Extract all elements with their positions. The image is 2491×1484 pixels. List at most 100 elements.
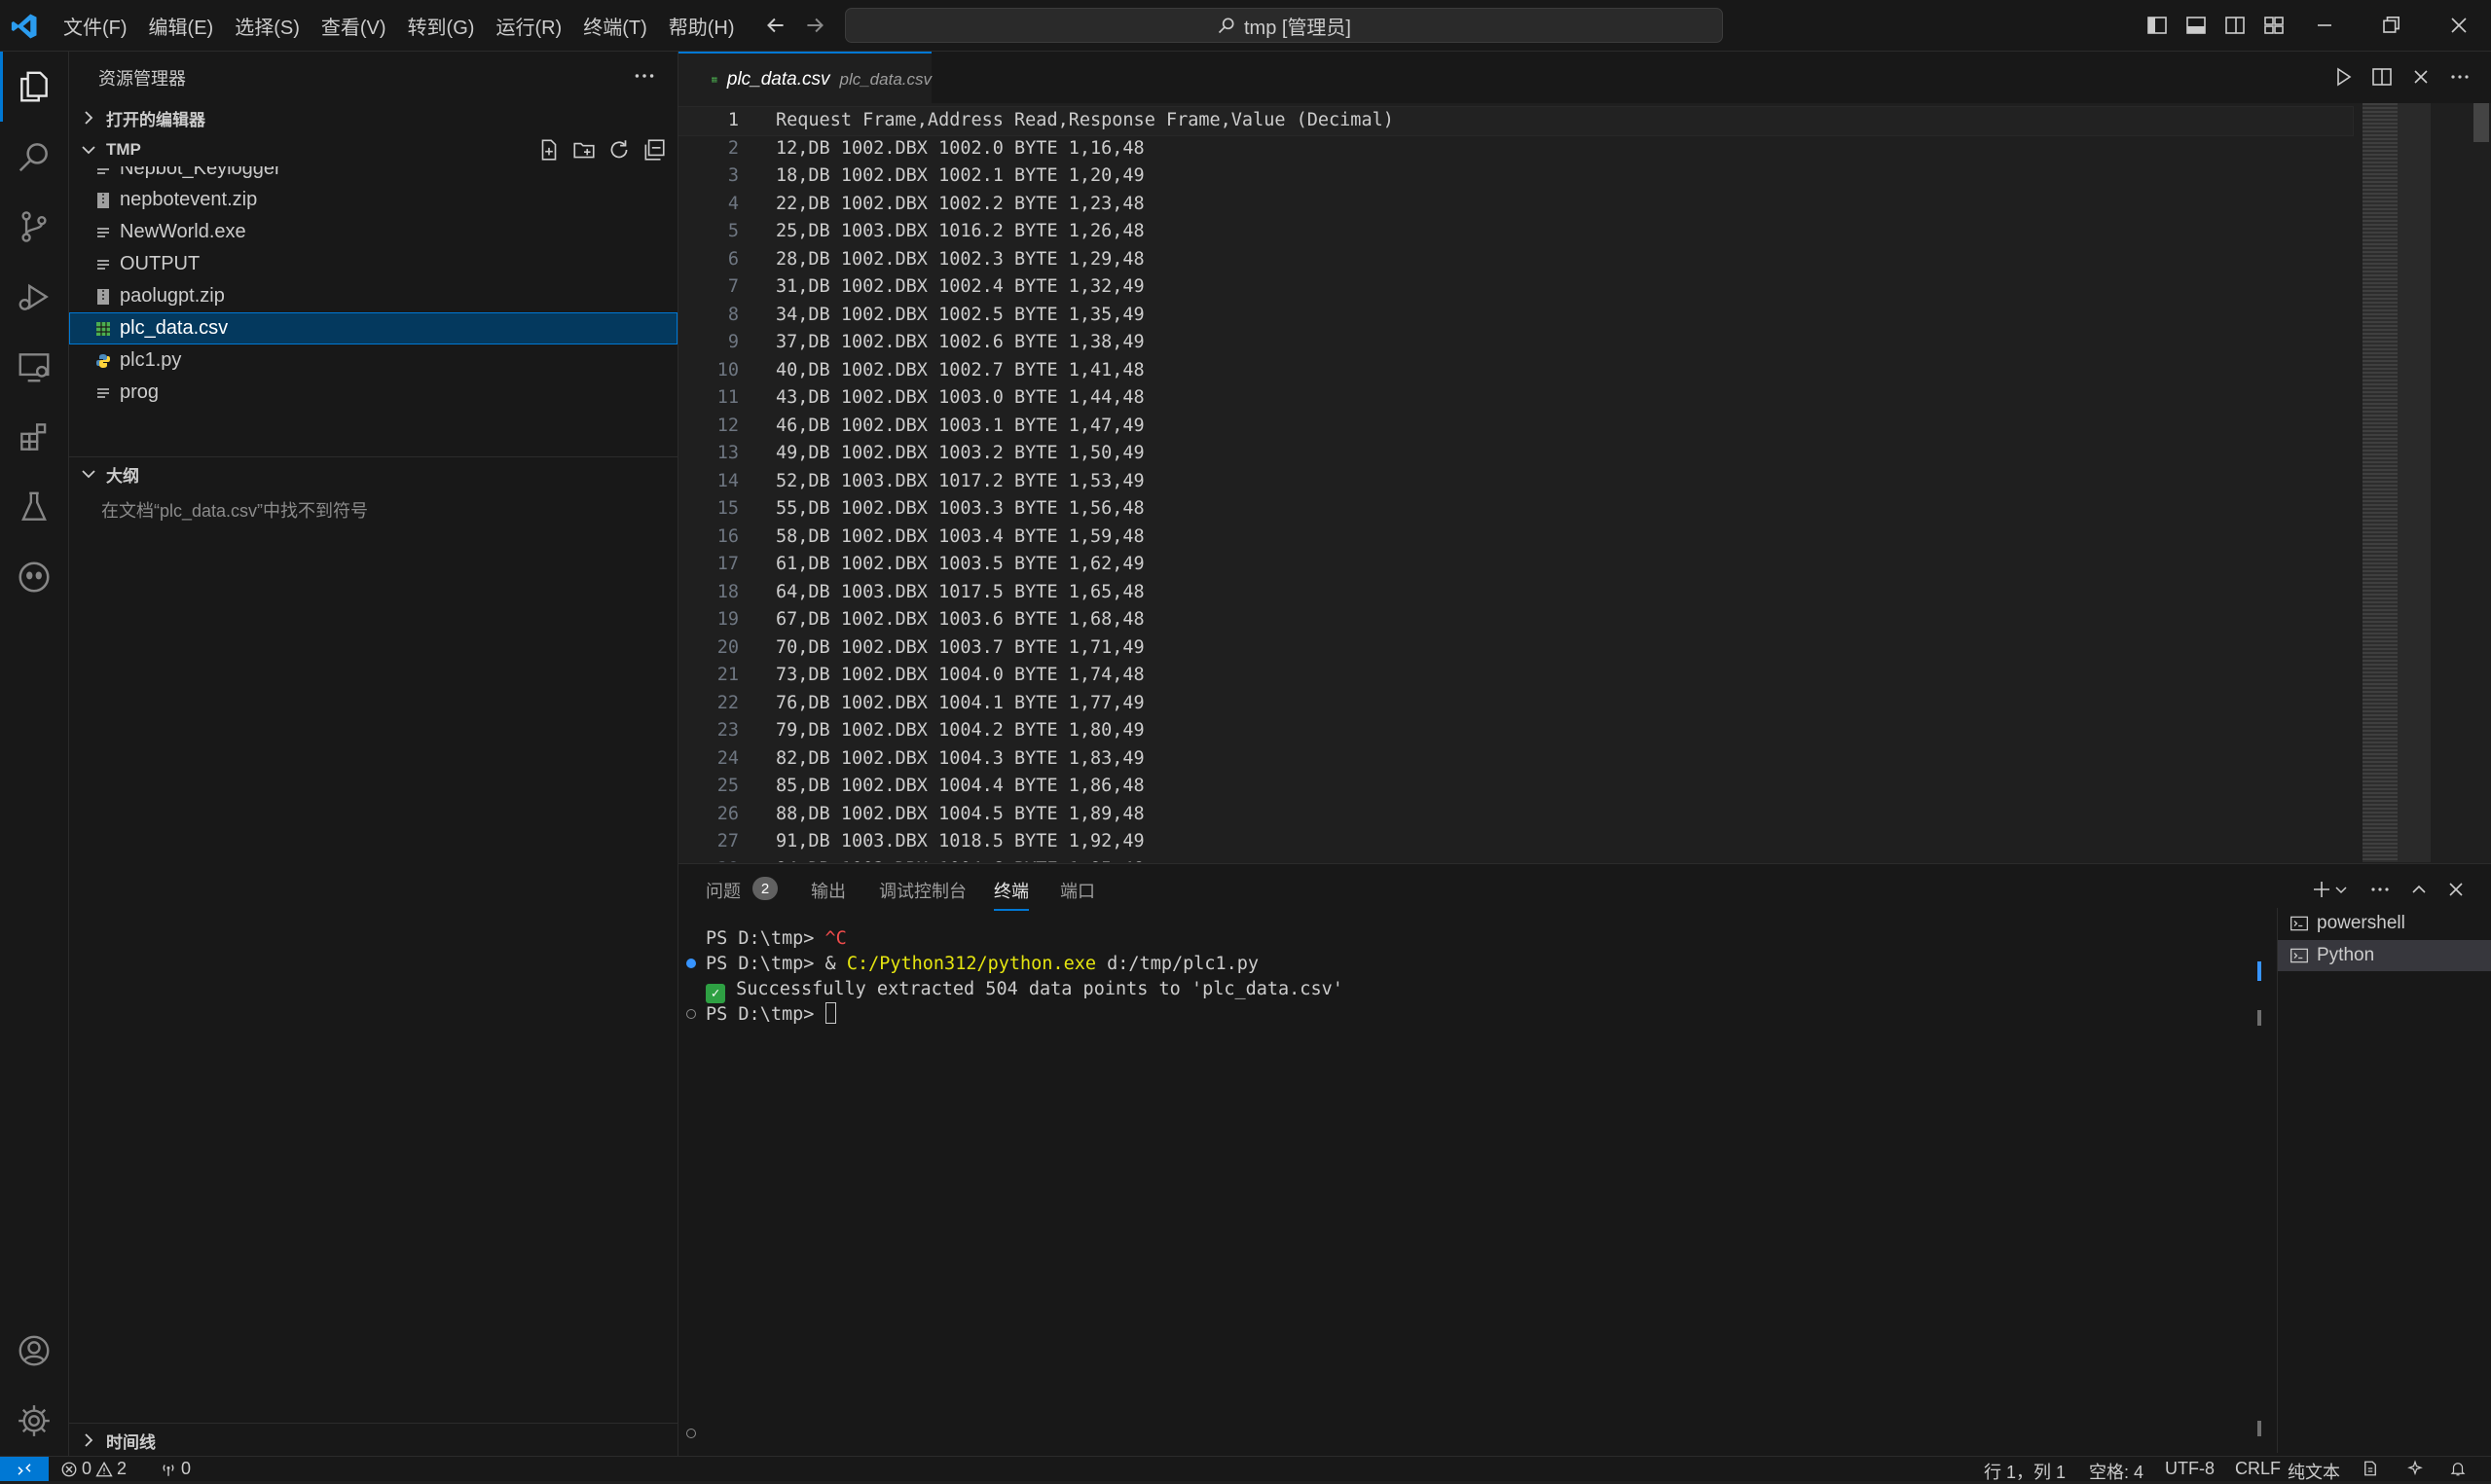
split-editor-icon[interactable] xyxy=(2370,65,2394,89)
ports-status[interactable]: 0 xyxy=(160,1459,191,1479)
source-control-view-button[interactable] xyxy=(0,192,68,262)
more-actions-icon[interactable] xyxy=(2448,65,2472,89)
arrow-right-icon[interactable] xyxy=(802,13,827,38)
tree-item-output[interactable]: OUTPUT xyxy=(69,248,678,280)
code-line[interactable]: 15 55,DB 1002.DBX 1003.3 BYTE 1,56,48 xyxy=(678,495,2353,524)
code-line[interactable]: 4 22,DB 1002.DBX 1002.2 BYTE 1,23,48 xyxy=(678,191,2353,219)
code-line[interactable]: 9 37,DB 1002.DBX 1002.6 BYTE 1,38,49 xyxy=(678,329,2353,357)
end-of-line[interactable]: CRLF xyxy=(2235,1459,2281,1479)
code-line[interactable]: 6 28,DB 1002.DBX 1002.3 BYTE 1,29,48 xyxy=(678,246,2353,274)
customize-layout-icon[interactable] xyxy=(2262,14,2286,37)
open-editors-section[interactable]: 打开的编辑器 xyxy=(69,101,678,134)
code-line[interactable]: 19 67,DB 1002.DBX 1003.6 BYTE 1,68,48 xyxy=(678,606,2353,634)
toggle-primary-sidebar-icon[interactable] xyxy=(2145,14,2169,37)
code-editor[interactable]: 1 Request Frame,Address Read,Response Fra… xyxy=(678,103,2491,862)
code-line[interactable]: 14 52,DB 1003.DBX 1017.2 BYTE 1,53,49 xyxy=(678,468,2353,496)
menu-help[interactable]: 帮助(H) xyxy=(658,12,746,40)
code-line[interactable]: 23 79,DB 1002.DBX 1004.2 BYTE 1,80,49 xyxy=(678,717,2353,745)
maximize-panel-icon[interactable] xyxy=(2407,878,2431,901)
close-editor-icon[interactable] xyxy=(2409,65,2433,89)
copilot-view-button[interactable] xyxy=(0,542,68,612)
minimize-icon[interactable] xyxy=(2311,12,2338,39)
cursor-position[interactable]: 行 1，列 1 xyxy=(1984,1459,2066,1484)
testing-view-button[interactable] xyxy=(0,472,68,542)
code-line-current[interactable]: 1 Request Frame,Address Read,Response Fra… xyxy=(678,106,2354,136)
tree-item-prog[interactable]: prog xyxy=(69,377,678,409)
menu-file[interactable]: 文件(F) xyxy=(53,12,138,40)
minimap-slider[interactable] xyxy=(2363,103,2431,862)
new-folder-icon[interactable] xyxy=(571,137,597,163)
run-debug-view-button[interactable] xyxy=(0,262,68,332)
tree-item-plc-data-csv[interactable]: plc_data.csv xyxy=(69,312,678,344)
extensions-view-button[interactable] xyxy=(0,402,68,472)
toggle-secondary-sidebar-icon[interactable] xyxy=(2223,14,2247,37)
manage-button[interactable] xyxy=(0,1386,68,1456)
terminal-entry-python[interactable]: Python xyxy=(2278,940,2491,971)
tab-problems[interactable]: 问题 xyxy=(706,878,741,903)
chevron-down-icon[interactable] xyxy=(2333,878,2349,901)
tab-terminal[interactable]: 终端 xyxy=(994,878,1029,911)
code-line[interactable]: 16 58,DB 1002.DBX 1003.4 BYTE 1,59,48 xyxy=(678,524,2353,552)
toggle-panel-icon[interactable] xyxy=(2184,14,2208,37)
indentation[interactable]: 空格: 4 xyxy=(2089,1459,2143,1484)
tab-output[interactable]: 输出 xyxy=(811,878,846,903)
code-analysis-icon[interactable] xyxy=(2362,1460,2379,1477)
menu-selection[interactable]: 选择(S) xyxy=(224,12,311,40)
code-line[interactable]: 25 85,DB 1002.DBX 1004.4 BYTE 1,86,48 xyxy=(678,773,2353,801)
tree-item-paolugpt-zip[interactable]: paolugpt.zip xyxy=(69,280,678,312)
new-terminal-icon[interactable] xyxy=(2310,878,2333,901)
code-line[interactable]: 27 91,DB 1003.DBX 1018.5 BYTE 1,92,49 xyxy=(678,828,2353,856)
problems-status[interactable]: 0 2 xyxy=(60,1459,127,1479)
new-file-icon[interactable] xyxy=(536,137,562,163)
tab-debug-console[interactable]: 调试控制台 xyxy=(879,878,967,903)
code-line[interactable]: 20 70,DB 1002.DBX 1003.7 BYTE 1,71,49 xyxy=(678,634,2353,663)
file-encoding[interactable]: UTF-8 xyxy=(2165,1459,2215,1479)
code-line[interactable]: 7 31,DB 1002.DBX 1002.4 BYTE 1,32,49 xyxy=(678,273,2353,302)
code-line[interactable]: 18 64,DB 1003.DBX 1017.5 BYTE 1,65,48 xyxy=(678,579,2353,607)
code-line[interactable]: 28 94,DB 1002.DBX 1004.6 BYTE 1,95,48 xyxy=(678,856,2353,863)
code-line[interactable]: 8 34,DB 1002.DBX 1002.5 BYTE 1,35,49 xyxy=(678,302,2353,330)
command-empty-decoration[interactable] xyxy=(686,1429,696,1438)
tab-ports[interactable]: 端口 xyxy=(1060,878,1095,903)
arrow-left-icon[interactable] xyxy=(763,13,788,38)
more-actions-icon[interactable] xyxy=(2368,878,2392,901)
code-line[interactable]: 22 76,DB 1002.DBX 1004.1 BYTE 1,77,49 xyxy=(678,690,2353,718)
outline-section[interactable]: 大纲 xyxy=(69,456,678,490)
collapse-all-icon[interactable] xyxy=(641,137,667,163)
menu-go[interactable]: 转到(G) xyxy=(397,12,486,40)
code-line[interactable]: 2 12,DB 1002.DBX 1002.0 BYTE 1,16,48 xyxy=(678,135,2353,163)
copilot-status-icon[interactable] xyxy=(2406,1460,2424,1477)
code-line[interactable]: 3 18,DB 1002.DBX 1002.1 BYTE 1,20,49 xyxy=(678,163,2353,191)
terminal-output[interactable]: PS D:\tmp> ^C PS D:\tmp> & C:/Python312/… xyxy=(678,923,2265,1448)
remote-indicator-button[interactable] xyxy=(0,1457,49,1481)
terminal-entry-powershell[interactable]: powershell xyxy=(2278,908,2491,939)
code-line[interactable]: 17 61,DB 1002.DBX 1003.5 BYTE 1,62,49 xyxy=(678,551,2353,579)
code-line[interactable]: 26 88,DB 1002.DBX 1004.5 BYTE 1,89,48 xyxy=(678,801,2353,829)
run-file-icon[interactable] xyxy=(2331,65,2355,89)
command-center-search[interactable]: tmp [管理员] xyxy=(845,8,1723,43)
code-line[interactable]: 5 25,DB 1003.DBX 1016.2 BYTE 1,26,48 xyxy=(678,218,2353,246)
tree-item-newworld-exe[interactable]: NewWorld.exe xyxy=(69,216,678,248)
code-line[interactable]: 21 73,DB 1002.DBX 1004.0 BYTE 1,74,48 xyxy=(678,662,2353,690)
code-line[interactable]: 10 40,DB 1002.DBX 1002.7 BYTE 1,41,48 xyxy=(678,357,2353,385)
code-line[interactable]: 12 46,DB 1002.DBX 1003.1 BYTE 1,47,49 xyxy=(678,413,2353,441)
tab-plc-data-csv[interactable]: plc_data.csv plc_data.csv xyxy=(678,52,932,105)
code-line[interactable]: 11 43,DB 1002.DBX 1003.0 BYTE 1,44,48 xyxy=(678,384,2353,413)
close-window-icon[interactable] xyxy=(2445,12,2473,39)
accounts-button[interactable] xyxy=(0,1316,68,1386)
tree-item-plc1-py[interactable]: plc1.py xyxy=(69,344,678,377)
search-view-button[interactable] xyxy=(0,122,68,192)
explorer-view-button[interactable] xyxy=(0,52,68,122)
code-line[interactable]: 13 49,DB 1002.DBX 1003.2 BYTE 1,50,49 xyxy=(678,440,2353,468)
menu-view[interactable]: 查看(V) xyxy=(311,12,397,40)
timeline-section[interactable]: 时间线 xyxy=(69,1423,678,1457)
command-empty-decoration[interactable] xyxy=(686,1009,696,1019)
editor-scrollbar-thumb[interactable] xyxy=(2473,103,2489,142)
command-success-decoration[interactable] xyxy=(686,959,696,968)
refresh-icon[interactable] xyxy=(606,137,632,163)
menu-run[interactable]: 运行(R) xyxy=(485,12,572,40)
bell-icon[interactable] xyxy=(2449,1460,2467,1477)
language-mode[interactable]: 纯文本 xyxy=(2288,1459,2340,1484)
code-line[interactable]: 24 82,DB 1002.DBX 1004.3 BYTE 1,83,49 xyxy=(678,745,2353,774)
menu-terminal[interactable]: 终端(T) xyxy=(572,12,658,40)
